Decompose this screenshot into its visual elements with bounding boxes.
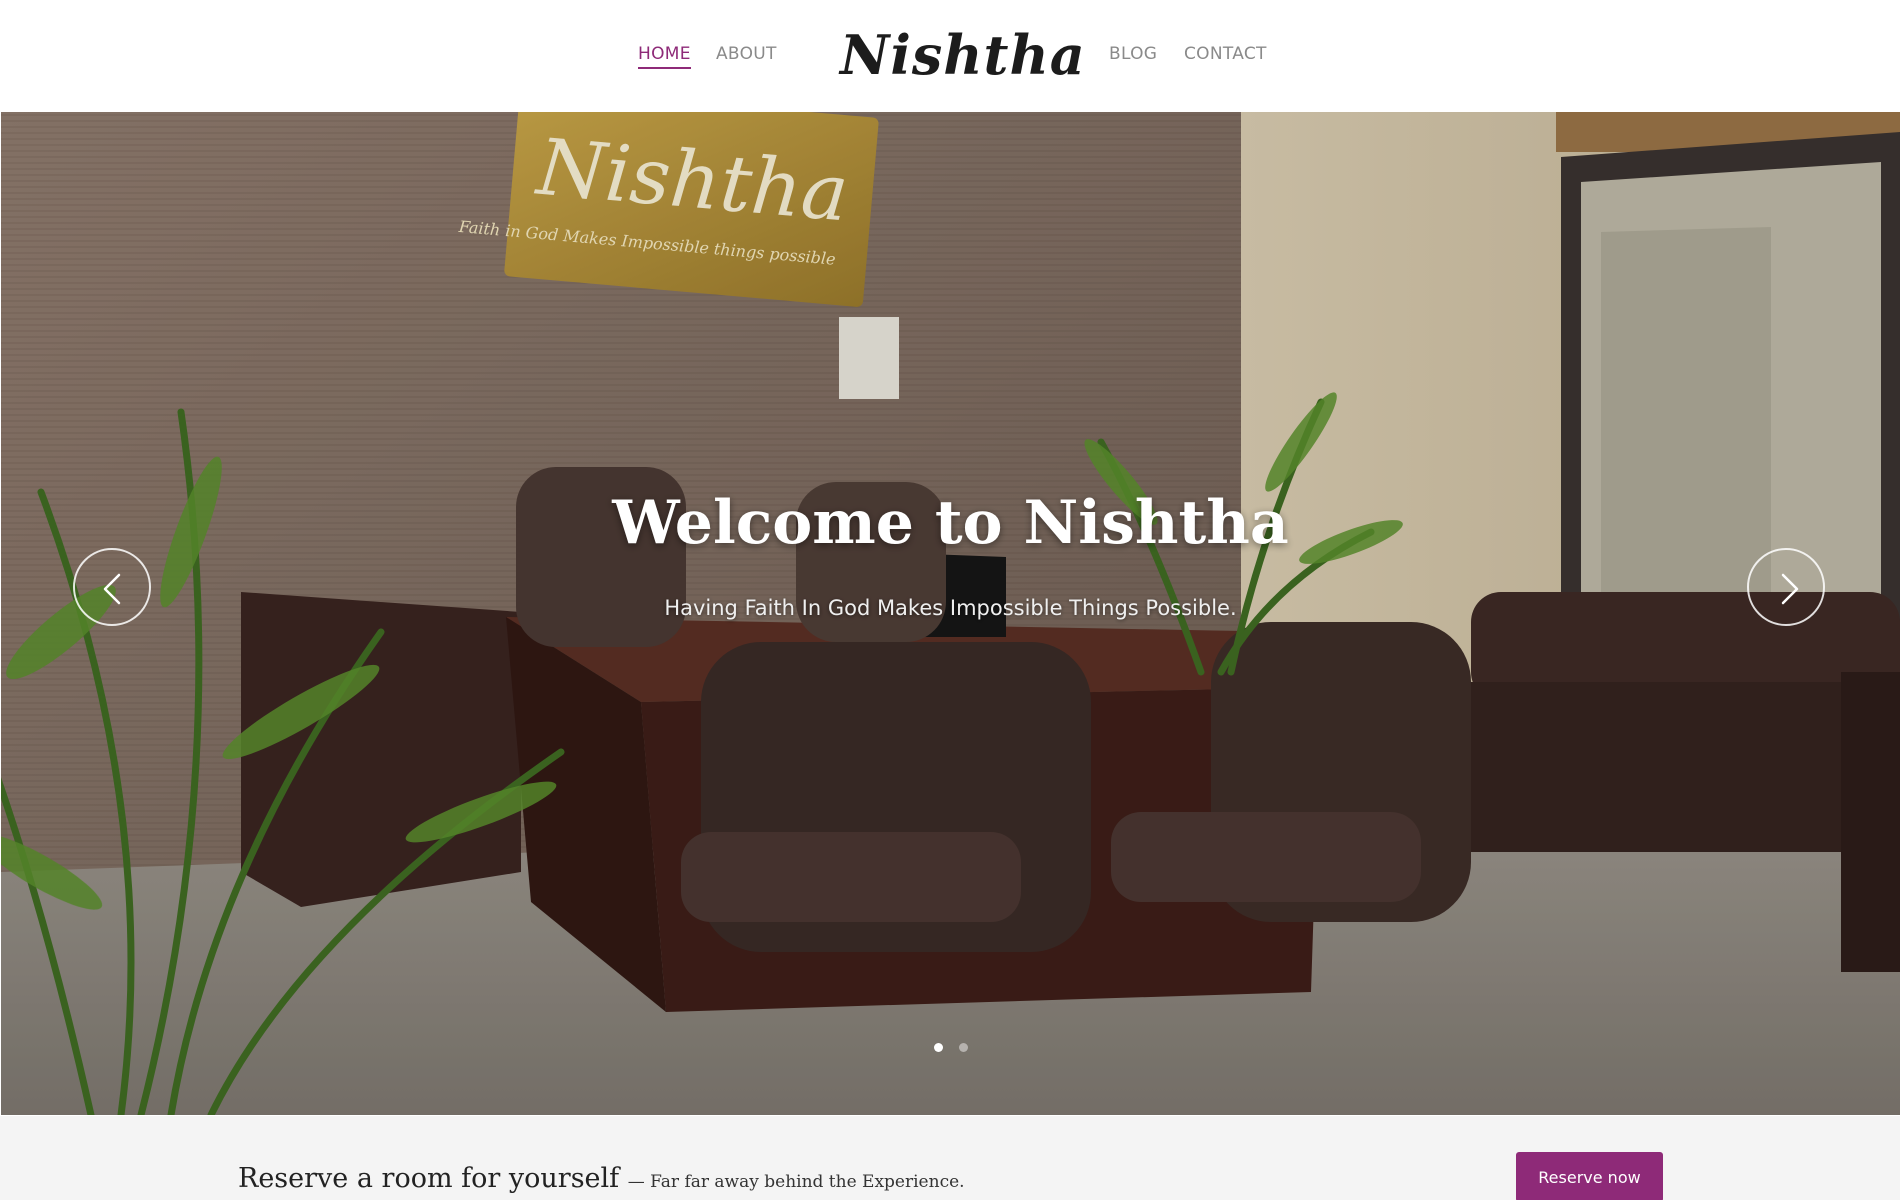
slider-dot-1[interactable] — [934, 1043, 943, 1052]
reserve-now-button[interactable]: Reserve now — [1516, 1152, 1663, 1200]
hero-title: Welcome to Nishtha — [612, 488, 1289, 558]
site-header: HOME ABOUT Nishtha BLOG CONTACT — [0, 0, 1900, 112]
slider-dot-2[interactable] — [959, 1043, 968, 1052]
nav-blog-link[interactable]: BLOG — [1109, 44, 1157, 64]
nav-about-link[interactable]: ABOUT — [716, 44, 777, 64]
hero-subtitle: Having Faith In God Makes Impossible Thi… — [664, 596, 1237, 620]
slider-next-button[interactable] — [1747, 548, 1825, 626]
nav-home-link[interactable]: HOME — [638, 44, 691, 69]
slider-prev-button[interactable] — [73, 548, 151, 626]
chevron-left-icon — [103, 573, 121, 605]
hero-slider: Nishtha Faith in God Makes Impossible th… — [1, 112, 1900, 1115]
reserve-subtitle: — Far far away behind the Experience. — [627, 1172, 965, 1192]
reserve-heading: Reserve a room for yourself — Far far aw… — [238, 1163, 965, 1194]
nav-contact-link[interactable]: CONTACT — [1184, 44, 1267, 64]
reserve-strip: Reserve a room for yourself — Far far aw… — [0, 1116, 1900, 1200]
reserve-title: Reserve a room for yourself — [238, 1163, 620, 1194]
chevron-right-icon — [1781, 573, 1799, 605]
brand-logo[interactable]: Nishtha — [840, 10, 1085, 87]
